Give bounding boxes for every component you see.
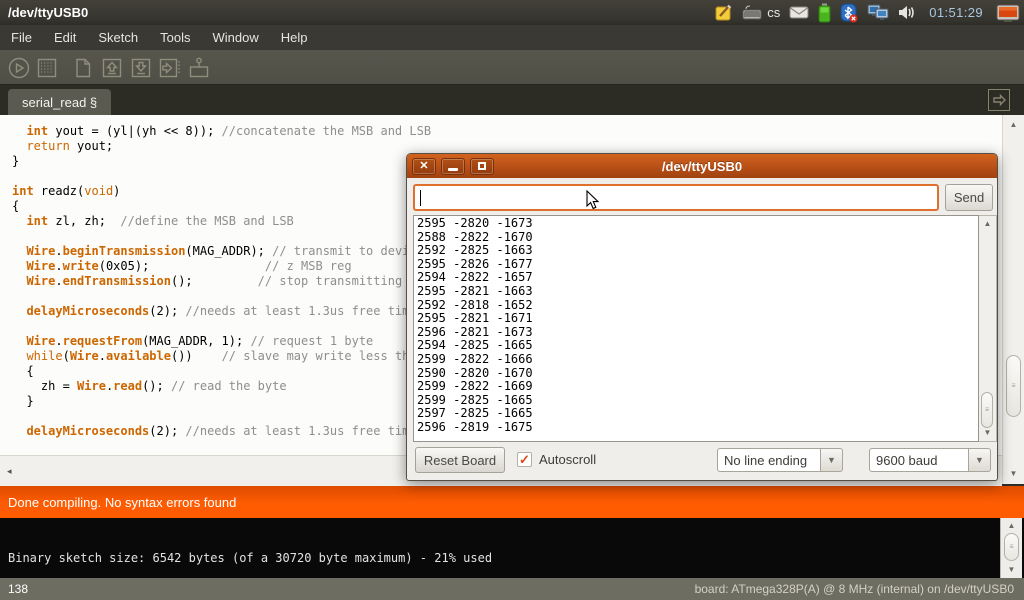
open-sketch-button[interactable] (99, 55, 125, 81)
autoscroll-checkbox[interactable]: ✓ (517, 452, 532, 467)
system-tray: cs 01:51:29 (715, 2, 1024, 24)
serial-monitor-button[interactable] (186, 55, 212, 81)
maximize-icon (478, 162, 486, 170)
console[interactable]: Binary sketch size: 6542 bytes (of a 307… (0, 518, 1024, 578)
keyboard-layout-icon[interactable] (742, 2, 762, 24)
board-info: board: ATmega328P(A) @ 8 MHz (internal) … (695, 582, 1024, 596)
verify-button[interactable] (6, 55, 32, 81)
baud-select[interactable]: 9600 baud (869, 448, 969, 472)
serial-output-area[interactable]: 2595 -2820 -16732588 -2822 -16702592 -28… (413, 215, 979, 442)
volume-icon[interactable] (898, 2, 916, 24)
upload-button[interactable] (157, 55, 183, 81)
scroll-left-icon[interactable]: ◂ (7, 466, 12, 477)
menu-sketch[interactable]: Sketch (87, 26, 149, 49)
grip-icon: ≡ (1009, 546, 1013, 549)
scroll-down-icon[interactable]: ▼ (979, 426, 996, 440)
clock[interactable]: 01:51:29 (925, 5, 987, 20)
status-bar: Done compiling. No syntax errors found (0, 486, 1024, 518)
minimize-button[interactable] (441, 158, 465, 175)
text-caret (420, 190, 421, 206)
console-output: Binary sketch size: 6542 bytes (of a 307… (8, 551, 492, 565)
menu-help[interactable]: Help (270, 26, 319, 49)
autoscroll-label: Autoscroll (539, 452, 596, 467)
check-icon: ✓ (519, 454, 530, 466)
mouse-cursor (586, 190, 599, 210)
stop-button[interactable] (34, 55, 60, 81)
menu-tools[interactable]: Tools (149, 26, 201, 49)
menu-file[interactable]: File (0, 26, 43, 49)
active-window-title: /dev/ttyUSB0 (0, 5, 88, 20)
bluetooth-icon[interactable] (840, 2, 858, 24)
scroll-up-icon[interactable]: ▲ (1003, 118, 1024, 132)
send-button[interactable]: Send (945, 184, 993, 211)
scroll-down-icon[interactable]: ▼ (1001, 563, 1022, 577)
tab-menu-button[interactable] (988, 89, 1010, 111)
serial-output: 2595 -2820 -16732588 -2822 -16702592 -28… (414, 216, 978, 436)
scroll-down-icon[interactable]: ▼ (1003, 467, 1024, 481)
editor-vertical-scrollbar[interactable]: ▲ ≡ ▼ (1002, 115, 1024, 484)
line-ending-select[interactable]: No line ending (717, 448, 821, 472)
reset-board-button[interactable]: Reset Board (415, 447, 505, 473)
toolbar (0, 50, 1024, 85)
mail-icon[interactable] (789, 2, 809, 24)
note-icon[interactable] (715, 2, 733, 24)
serial-window-title: /dev/ttyUSB0 (407, 159, 997, 174)
console-scrollbar[interactable]: ▲ ≡ ▼ (1000, 518, 1022, 578)
tab-serial-read[interactable]: serial_read § (8, 89, 111, 115)
scroll-up-icon[interactable]: ▲ (1001, 519, 1022, 533)
menu-window[interactable]: Window (201, 26, 269, 49)
menu-edit[interactable]: Edit (43, 26, 87, 49)
serial-scrollbar-thumb[interactable]: ≡ (981, 392, 993, 428)
maximize-button[interactable] (470, 158, 494, 175)
menubar: File Edit Sketch Tools Window Help (0, 25, 1024, 50)
line-number: 138 (0, 582, 28, 596)
battery-icon[interactable] (818, 2, 831, 24)
close-icon: ✕ (419, 161, 428, 171)
serial-scrollbar[interactable]: ▲ ≡ ▼ (979, 215, 997, 442)
scroll-up-icon[interactable]: ▲ (979, 217, 996, 231)
editor-scrollbar-thumb[interactable]: ≡ (1006, 355, 1021, 417)
network-icon[interactable] (867, 2, 889, 24)
save-sketch-button[interactable] (128, 55, 154, 81)
grip-icon: ≡ (985, 409, 989, 412)
grip-icon: ≡ (1011, 385, 1015, 388)
tab-bar: serial_read § (0, 85, 1024, 115)
serial-send-input[interactable] (413, 184, 939, 211)
console-scrollbar-thumb[interactable]: ≡ (1004, 533, 1019, 561)
serial-window-titlebar[interactable]: ✕ /dev/ttyUSB0 (407, 154, 997, 178)
baud-dropdown-icon[interactable]: ▼ (969, 448, 991, 472)
bottom-status-strip: 138 board: ATmega328P(A) @ 8 MHz (intern… (0, 578, 1024, 600)
serial-controls: Reset Board ✓ Autoscroll No line ending … (407, 447, 997, 477)
minimize-icon (448, 168, 458, 171)
session-icon[interactable] (996, 2, 1020, 24)
keyboard-layout-label[interactable]: cs (767, 5, 780, 20)
status-message: Done compiling. No syntax errors found (0, 495, 236, 510)
desktop: /dev/ttyUSB0 cs 01:51: (0, 0, 1024, 600)
serial-monitor-window: ✕ /dev/ttyUSB0 Send 2595 -2820 -16732588… (406, 153, 998, 481)
top-panel: /dev/ttyUSB0 cs 01:51: (0, 0, 1024, 25)
new-sketch-button[interactable] (70, 55, 96, 81)
close-button[interactable]: ✕ (412, 158, 436, 175)
line-ending-dropdown-icon[interactable]: ▼ (821, 448, 843, 472)
